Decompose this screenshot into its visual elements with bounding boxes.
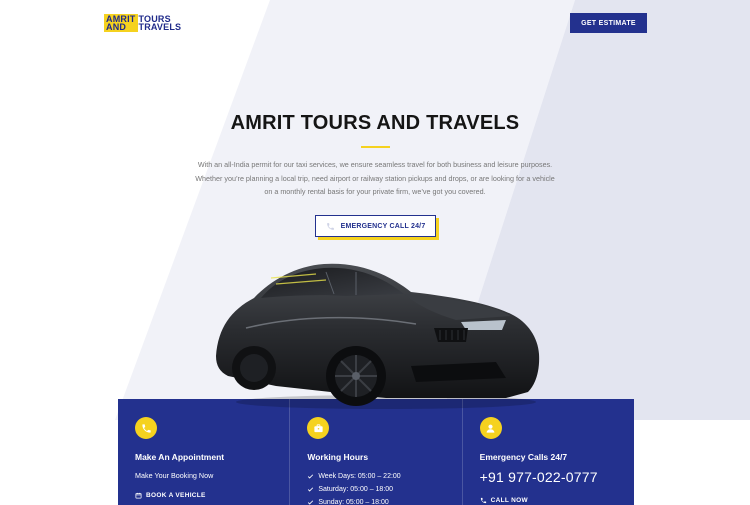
working-hours-list: Week Days: 05:00 – 22:00 Saturday: 05:00…: [307, 470, 461, 505]
get-estimate-button[interactable]: GET ESTIMATE: [570, 13, 647, 33]
briefcase-icon: [307, 417, 330, 439]
calendar-icon: [135, 492, 142, 499]
call-now-link[interactable]: CALL NOW: [480, 497, 634, 504]
emergency-call-label: EMERGENCY CALL 24/7: [340, 222, 426, 230]
emergency-call-button[interactable]: EMERGENCY CALL 24/7: [315, 215, 436, 237]
emergency-phone-number[interactable]: +91 977-022-0777: [480, 469, 634, 485]
info-bar: Make An Appointment Make Your Booking No…: [118, 399, 634, 505]
phone-icon: [135, 417, 157, 439]
hero-description: With an all-India permit for our taxi se…: [195, 160, 555, 196]
list-item: Week Days: 05:00 – 22:00: [307, 470, 461, 483]
check-icon: [308, 500, 314, 505]
title-underline: [361, 146, 390, 148]
phone-small-icon: [326, 222, 334, 230]
appointment-subtitle: Make Your Booking Now: [135, 471, 214, 480]
working-hours-column: Working Hours Week Days: 05:00 – 22:00 S…: [289, 399, 461, 505]
working-hours-title: Working Hours: [307, 452, 369, 462]
user-icon: [479, 417, 502, 439]
appointment-column: Make An Appointment Make Your Booking No…: [118, 399, 289, 505]
check-icon: [308, 474, 314, 479]
logo-text: TOURS TRAVELS: [138, 14, 182, 32]
list-item: Saturday: 05:00 – 18:00: [307, 483, 461, 496]
emergency-title: Emergency Calls 24/7: [479, 452, 568, 462]
check-icon: [308, 487, 314, 492]
list-item: Sunday: 05:00 – 18:00: [307, 496, 461, 505]
car-image: [216, 263, 540, 409]
emergency-column: Emergency Calls 24/7 +91 977-022-0777 CA…: [461, 399, 634, 505]
book-vehicle-link[interactable]: BOOK A VEHICLE: [135, 492, 289, 499]
logo-yellow-block: AMRIT AND: [104, 14, 138, 32]
appointment-title: Make An Appointment: [135, 452, 225, 462]
phone-small-icon: [480, 497, 486, 504]
brand-logo[interactable]: AMRIT AND TOURS TRAVELS: [104, 14, 181, 32]
hero-title: AMRIT TOURS AND TRAVELS: [230, 112, 520, 134]
